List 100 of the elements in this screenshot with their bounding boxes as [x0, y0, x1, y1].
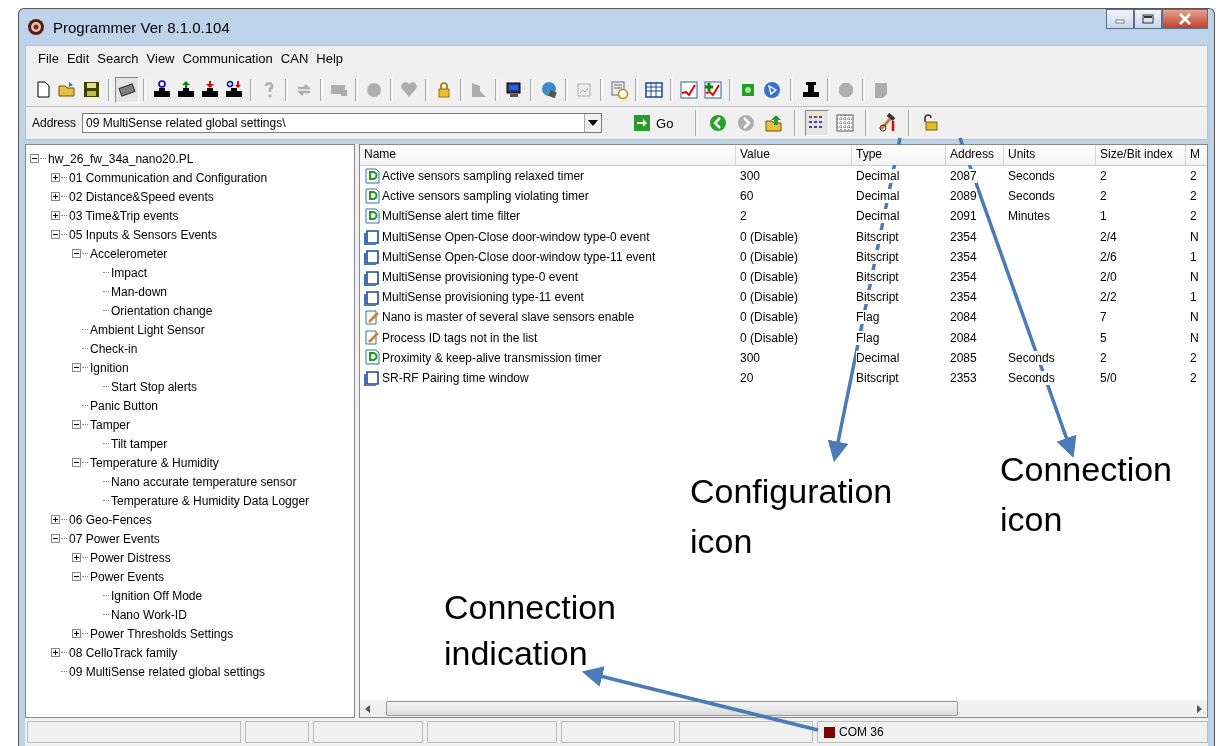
maximize-button[interactable] — [1134, 9, 1162, 29]
menu-item[interactable]: CAN — [276, 50, 313, 74]
close-button[interactable] — [1162, 9, 1208, 29]
expand-toggle-icon[interactable] — [51, 192, 60, 201]
tree-item[interactable]: Accelerometer — [90, 246, 168, 261]
callout-text: Connection icon — [1000, 449, 1173, 540]
expand-toggle-icon[interactable] — [51, 211, 60, 220]
address-field[interactable]: 09 MultiSense related global settings\ — [82, 113, 603, 133]
column-header[interactable]: Name — [360, 145, 736, 165]
table-cell: 0 (Disable) — [740, 310, 799, 325]
table-cell: Flag — [856, 330, 880, 345]
tree-item[interactable]: Check-in — [90, 341, 138, 356]
page-icon — [364, 268, 380, 286]
network-icon — [762, 80, 782, 100]
expand-toggle-icon[interactable] — [72, 363, 81, 372]
tree-item[interactable]: 06 Geo-Fences — [69, 512, 152, 527]
tree-item[interactable]: Panic Button — [90, 398, 159, 413]
menu-item[interactable]: Communication — [178, 50, 277, 74]
line-chart-plus-icon — [703, 80, 723, 100]
menu-item[interactable]: Help — [312, 50, 348, 74]
tree-item[interactable]: Nano accurate temperature sensor — [111, 474, 297, 489]
menu-item[interactable]: View — [142, 50, 179, 74]
tree-item[interactable]: Man-down — [111, 284, 168, 299]
tree-item[interactable]: 02 Distance&Speed events — [69, 189, 214, 204]
expand-toggle-icon[interactable] — [72, 458, 81, 467]
column-header[interactable]: Type — [852, 145, 946, 165]
table-cell: 5 — [1100, 330, 1107, 345]
maximize-icon — [1142, 14, 1154, 24]
table-cell: 20 — [740, 370, 754, 385]
tree-item[interactable]: Power Thresholds Settings — [90, 626, 234, 641]
table-cell: 2 — [1190, 350, 1197, 365]
picture-frame-icon — [574, 80, 594, 100]
expand-toggle-icon[interactable] — [72, 249, 81, 258]
menu-item[interactable]: Search — [93, 50, 143, 74]
table-cell: Decimal — [856, 169, 900, 184]
horizontal-scrollbar[interactable] — [360, 700, 1207, 717]
decimal-file-icon — [364, 187, 380, 205]
decimal-file-icon — [364, 207, 380, 225]
column-header[interactable]: Address — [946, 145, 1004, 165]
scrollbar-thumb[interactable] — [386, 701, 958, 716]
tree-item[interactable]: Tilt tamper — [111, 436, 168, 451]
tree-item[interactable]: 07 Power Events — [69, 531, 160, 546]
tree-item[interactable]: Power Events — [90, 569, 165, 584]
save-icon — [82, 80, 102, 100]
tree-item[interactable]: Ignition — [90, 360, 129, 375]
column-header[interactable]: Value — [736, 145, 852, 165]
grid-button[interactable] — [805, 110, 830, 136]
dropdown-arrow-icon — [588, 120, 599, 126]
callout-text: Configuration icon — [690, 471, 894, 562]
tree-item[interactable]: Orientation change — [111, 303, 213, 318]
tree-item[interactable]: hw_26_fw_34a_nano20.PL — [48, 151, 194, 166]
table-cell: Bitscript — [856, 370, 899, 385]
table-cell: Active sensors sampling relaxed timer — [382, 169, 585, 184]
tree-item[interactable]: Ambient Light Sensor — [90, 322, 205, 337]
tree-item[interactable]: Ignition Off Mode — [111, 588, 203, 603]
folder-up-icon — [764, 113, 785, 133]
expand-toggle-icon[interactable] — [51, 230, 60, 239]
column-header[interactable]: Units — [1004, 145, 1096, 165]
table-cell: MultiSense provisioning type-0 event — [382, 270, 579, 285]
tree-item[interactable]: Temperature & Humidity — [90, 455, 219, 470]
column-header[interactable]: Size/Bit index — [1096, 145, 1186, 165]
expand-toggle-icon[interactable] — [30, 154, 39, 163]
go-button[interactable]: Go — [628, 115, 680, 131]
tree-item[interactable]: 01 Communication and Configuration — [69, 170, 268, 185]
expand-toggle-icon[interactable] — [51, 648, 60, 657]
tree-item[interactable]: 03 Time&Trip events — [69, 208, 179, 223]
expand-toggle-icon[interactable] — [72, 572, 81, 581]
chip-button[interactable] — [115, 77, 139, 103]
stamp-icon — [801, 80, 821, 100]
expand-toggle-icon[interactable] — [51, 515, 60, 524]
minimize-button[interactable] — [1106, 9, 1134, 29]
table-cell: 2087 — [950, 169, 977, 184]
table-cell: Seconds — [1008, 370, 1055, 385]
tree-item[interactable]: Nano Work-ID — [111, 607, 187, 622]
expand-toggle-icon[interactable] — [51, 534, 60, 543]
table-cell: 2 — [1190, 370, 1197, 385]
expand-toggle-icon[interactable] — [72, 553, 81, 562]
expand-toggle-icon[interactable] — [72, 629, 81, 638]
table-cell: MultiSense provisioning type-11 event — [382, 290, 584, 305]
table-cell: Bitscript — [856, 270, 899, 285]
device-question-icon — [152, 80, 172, 100]
table-cell: 0 (Disable) — [740, 330, 799, 345]
tree-item[interactable]: Temperature & Humidity Data Logger — [111, 493, 310, 508]
table-cell: 5/0 — [1100, 370, 1117, 385]
grid-icon — [835, 113, 856, 133]
table-cell: 2354 — [950, 249, 977, 264]
table-cell: 2353 — [950, 370, 977, 385]
chart-icon — [469, 80, 489, 100]
tree-item[interactable]: Start Stop alerts — [111, 379, 198, 394]
tree-item[interactable]: Impact — [111, 265, 147, 280]
expand-toggle-icon[interactable] — [72, 420, 81, 429]
arrow-right-icon — [634, 115, 651, 131]
tree-item[interactable]: Tamper — [90, 417, 130, 432]
tree-item[interactable]: 09 MultiSense related global settings — [69, 664, 266, 679]
tree-item[interactable]: 08 CelloTrack family — [69, 645, 178, 660]
tree-item[interactable]: 05 Inputs & Sensors Events — [69, 227, 218, 242]
menu-item[interactable]: File — [34, 50, 63, 74]
tree-item[interactable]: Power Distress — [90, 550, 171, 565]
expand-toggle-icon[interactable] — [51, 173, 60, 182]
menu-item[interactable]: Edit — [62, 50, 94, 74]
